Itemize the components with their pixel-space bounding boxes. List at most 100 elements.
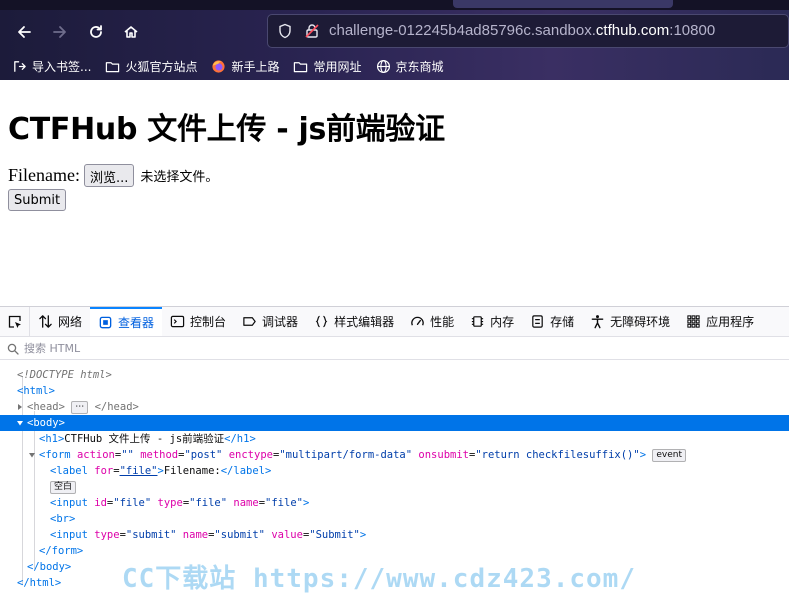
expand-toggle[interactable]: [15, 399, 25, 415]
tab-storage[interactable]: 存储: [522, 307, 582, 336]
event-badge[interactable]: event: [652, 449, 686, 462]
tab-label: 样式编辑器: [334, 315, 395, 329]
no-file-selected-text: 未选择文件。: [140, 170, 219, 185]
tree-node-body[interactable]: <body>: [0, 415, 789, 431]
url-text[interactable]: challenge-012245b4ad85796c.sandbox.ctfhu…: [329, 22, 715, 39]
tab-memory[interactable]: 内存: [462, 307, 522, 336]
tab-label: 内存: [490, 315, 515, 329]
tab-console[interactable]: 控制台: [162, 307, 234, 336]
forward-arrow-icon: [53, 26, 66, 38]
tab-network[interactable]: 网络: [30, 307, 90, 336]
triangle-right-icon: [18, 404, 22, 410]
page-title: CTFHub 文件上传 - js前端验证: [8, 112, 445, 147]
tree-node-head[interactable]: <head> ⋯ </head>: [0, 399, 789, 415]
storage-icon: [532, 315, 543, 328]
tab-performance[interactable]: 性能: [402, 307, 462, 336]
bookmarks-toolbar: 导入书签... 火狐官方站点 新手上路 常用网址 京东商城: [0, 54, 789, 78]
triangle-down-icon: [17, 421, 23, 426]
globe-icon: [376, 59, 390, 73]
tree-node-input-file[interactable]: <input id="file" type="file" name="file"…: [0, 495, 789, 511]
accessibility-icon: [591, 315, 604, 329]
element-picker-button[interactable]: [0, 307, 30, 336]
bookmark-label: 导入书签...: [32, 59, 92, 74]
filename-label: Filename:: [8, 165, 80, 185]
tab-label: 查看器: [118, 316, 155, 330]
url-host: ctfhub.com: [595, 22, 670, 39]
home-button[interactable]: [117, 18, 145, 46]
tree-node-form[interactable]: <form action="" method="post" enctype="m…: [0, 447, 789, 463]
tab-label: 无障碍环境: [610, 315, 671, 329]
submit-button[interactable]: Submit: [8, 189, 67, 211]
bookmark-import[interactable]: 导入书签...: [12, 58, 91, 75]
expand-toggle[interactable]: [15, 415, 25, 431]
browser-chrome: challenge-012245b4ad85796c.sandbox.ctfhu…: [0, 0, 789, 80]
back-arrow-icon: [18, 26, 31, 38]
bookmark-getting-started[interactable]: 新手上路: [211, 58, 279, 75]
braces-icon: [315, 315, 328, 328]
reload-button[interactable]: [82, 18, 110, 46]
bookmark-common-sites[interactable]: 常用网址: [293, 58, 362, 75]
search-icon: [7, 343, 19, 355]
tree-node-doctype[interactable]: <!DOCTYPE html>: [0, 367, 789, 383]
shield-icon[interactable]: [277, 23, 293, 39]
forward-button[interactable]: [46, 18, 74, 46]
bookmark-label: 常用网址: [313, 59, 362, 74]
tab-label: 应用程序: [706, 315, 755, 329]
page-content: CTFHub 文件上传 - js前端验证 Filename: 浏览... 未选择…: [0, 80, 789, 306]
devtools-toolbar: 网络 查看器 控制台 调试器 样式编辑器 性能 内存 存储 无障碍环境 应用程序: [0, 307, 789, 337]
body-open-tag: <body>: [27, 417, 65, 429]
html-search-input[interactable]: [24, 342, 324, 355]
element-picker-icon: [8, 315, 21, 328]
browse-button[interactable]: 浏览...: [83, 164, 135, 187]
tab-label: 调试器: [262, 315, 299, 329]
folder-icon: [106, 61, 120, 72]
collapsed-ellipsis-badge[interactable]: ⋯: [71, 401, 89, 414]
bookmark-label: 京东商城: [395, 59, 444, 74]
bookmark-jd-mall[interactable]: 京东商城: [376, 58, 444, 75]
debugger-icon: [243, 317, 256, 326]
html-search-bar: [0, 338, 789, 360]
body-close-tag: </body>: [27, 561, 72, 573]
tab-label: 存储: [550, 315, 575, 329]
bookmark-label: 新手上路: [231, 59, 280, 74]
html-open-tag: <html>: [17, 385, 55, 397]
inspector-icon: [99, 316, 112, 329]
tab-application[interactable]: 应用程序: [678, 307, 762, 336]
bookmark-firefox-official[interactable]: 火狐官方站点: [105, 58, 197, 75]
tree-node-whitespace[interactable]: 空白: [0, 479, 789, 495]
tab-style-editor[interactable]: 样式编辑器: [306, 307, 402, 336]
reload-icon: [90, 25, 102, 38]
h1-markup: <h1>CTFHub 文件上传 - js前端验证</h1>: [39, 433, 256, 445]
folder-icon: [294, 61, 308, 72]
bookmark-label: 火狐官方站点: [125, 59, 198, 74]
url-port: :10800: [669, 22, 716, 39]
back-button[interactable]: [10, 18, 38, 46]
tree-node-br[interactable]: <br>: [0, 511, 789, 527]
tab-inspector[interactable]: 查看器: [90, 307, 163, 336]
input-file-markup: <input id="file" type="file" name="file"…: [50, 497, 310, 509]
home-icon: [124, 26, 138, 38]
tree-node-form-close[interactable]: </form>: [0, 543, 789, 559]
br-tag: <br>: [50, 513, 76, 525]
import-icon: [14, 60, 26, 72]
tree-node-input-submit[interactable]: <input type="submit" name="submit" value…: [0, 527, 789, 543]
tab-debugger[interactable]: 调试器: [234, 307, 306, 336]
file-upload-row: Filename: 浏览... 未选择文件。: [8, 164, 218, 187]
triangle-down-icon: [29, 453, 35, 458]
url-bar[interactable]: challenge-012245b4ad85796c.sandbox.ctfhu…: [267, 14, 789, 48]
tab-label: 控制台: [190, 315, 227, 329]
tree-node-html[interactable]: <html>: [0, 383, 789, 399]
active-tab[interactable]: [453, 0, 673, 8]
tree-node-label[interactable]: <label for="file">Filename:</label>: [0, 463, 789, 479]
url-prefix: challenge-012245b4ad85796c.sandbox.: [329, 22, 596, 39]
expand-toggle[interactable]: [27, 447, 37, 463]
insecure-lock-icon[interactable]: [304, 23, 320, 39]
gauge-icon: [411, 316, 424, 326]
form-close-tag: </form>: [39, 545, 84, 557]
form-markup: <form action="" method="post" enctype="m…: [39, 447, 686, 463]
watermark-text: CC下载站 https://www.cdz423.com/: [122, 564, 636, 594]
input-submit-markup: <input type="submit" name="submit" value…: [50, 529, 367, 541]
tree-node-h1[interactable]: <h1>CTFHub 文件上传 - js前端验证</h1>: [0, 431, 789, 447]
tab-accessibility[interactable]: 无障碍环境: [582, 307, 678, 336]
whitespace-badge[interactable]: 空白: [50, 481, 77, 494]
